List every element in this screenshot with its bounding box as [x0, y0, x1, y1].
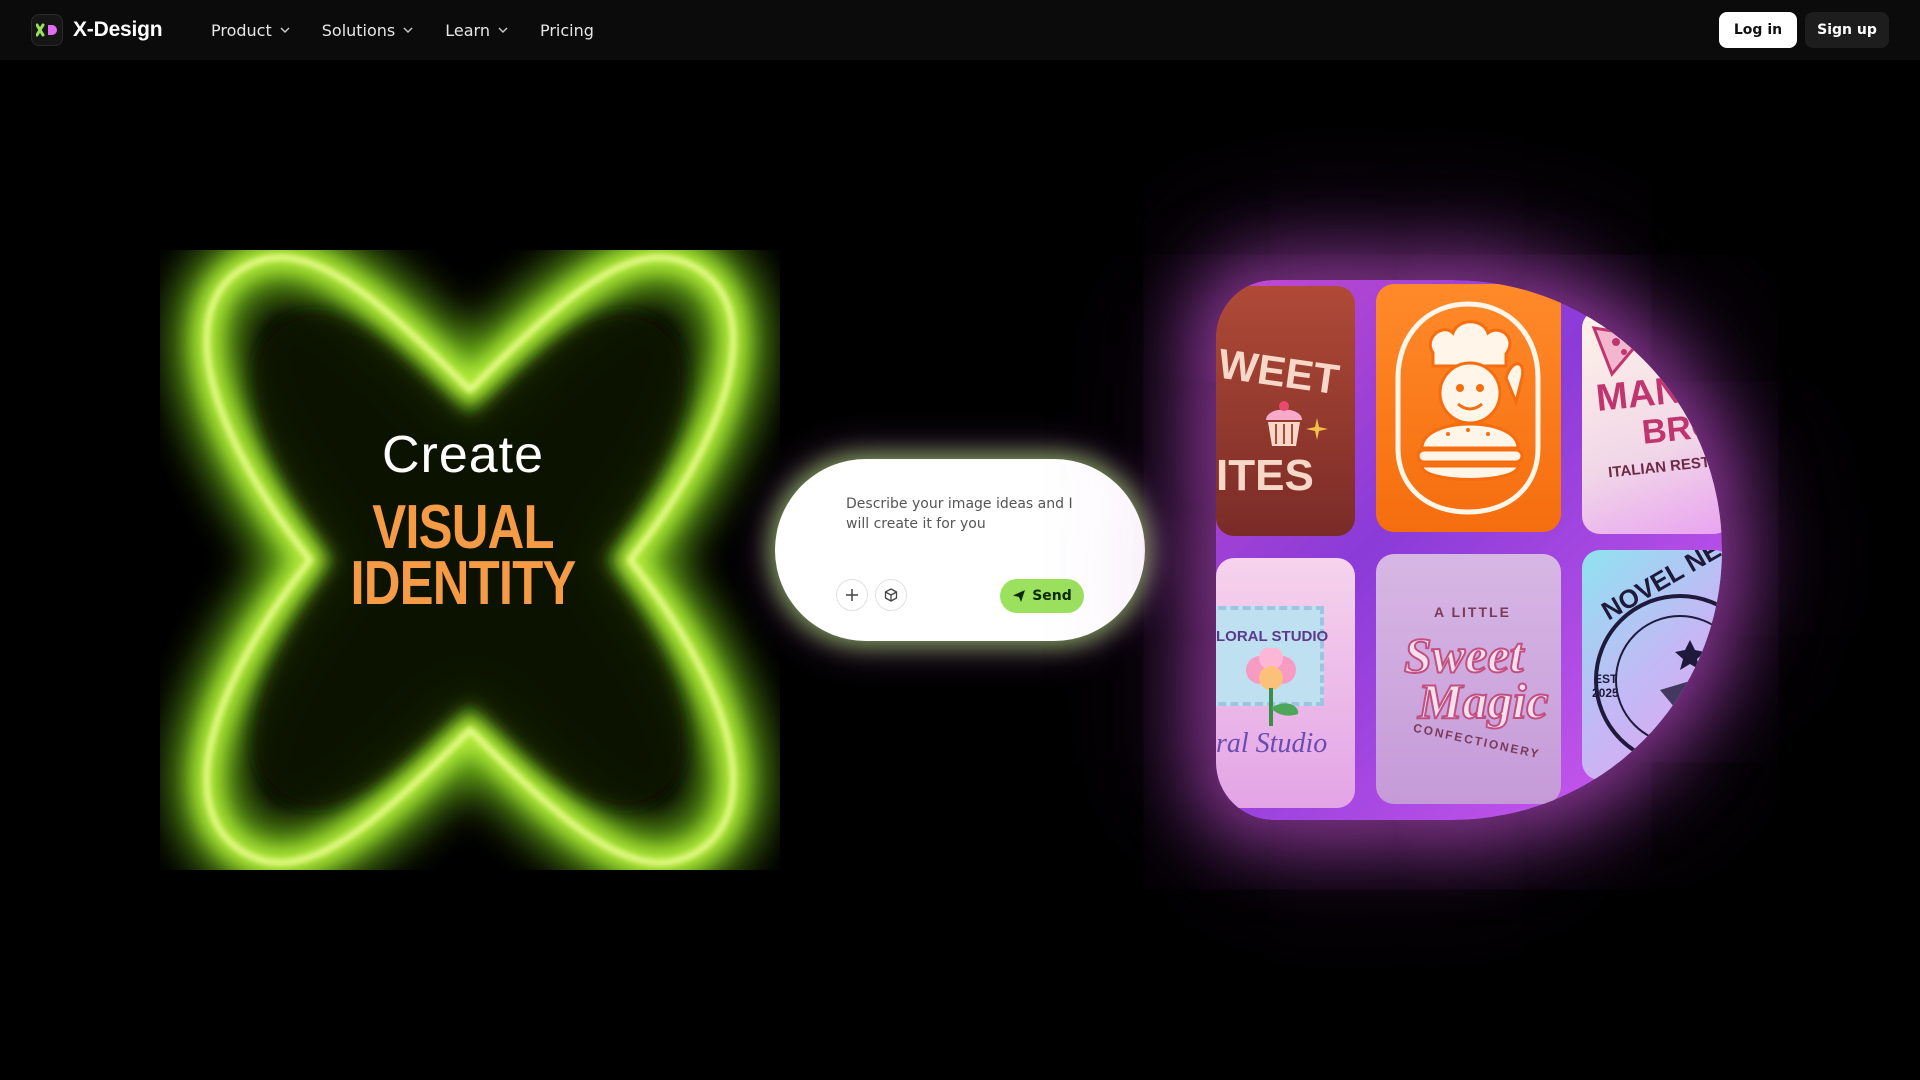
chevron-down-icon: [498, 27, 508, 33]
send-label: Send: [1032, 588, 1072, 604]
hero-headline: VISUAL IDENTITY: [333, 493, 592, 618]
tile-text: EST: [1594, 672, 1618, 686]
menu-item-label: Pricing: [539, 20, 594, 40]
style-button[interactable]: [875, 579, 907, 611]
cube-icon: [884, 588, 898, 602]
gallery-tile-sweet-bites[interactable]: WEET ITES: [1216, 286, 1355, 536]
tile-text: Magic: [1417, 672, 1550, 730]
chef-mascot-icon: [1395, 301, 1541, 515]
menu-item-label: Learn: [445, 20, 490, 40]
plus-icon: [846, 589, 858, 601]
sparkle-icon: [1306, 418, 1328, 440]
send-button[interactable]: Send: [1000, 579, 1084, 613]
gallery-tile-novel-nest[interactable]: NOVEL NE EST 2025 B: [1582, 550, 1722, 780]
tile-text: B: [1642, 740, 1657, 762]
prompt-box: Describe your image ideas and I will cre…: [775, 459, 1145, 641]
login-button[interactable]: Log in: [1719, 12, 1797, 48]
gallery-tile-chef-burger[interactable]: [1376, 284, 1561, 532]
add-attachment-button[interactable]: [836, 579, 868, 611]
tile-text: ral Studio: [1216, 728, 1328, 759]
chevron-down-icon: [403, 27, 413, 33]
menu-item-label: Product: [211, 20, 272, 40]
gallery-tile-sweet-magic[interactable]: A LITTLE Sweet Magic CONFECTIONERY: [1376, 554, 1561, 804]
menu-item-pricing[interactable]: Pricing: [540, 21, 594, 40]
menu-item-label: Solutions: [321, 20, 396, 40]
menu-item-solutions[interactable]: Solutions: [322, 21, 414, 40]
tile-text: 2025: [1592, 686, 1619, 700]
gallery-tile-mangia-bro[interactable]: MANG BRO ITALIAN RESTAU: [1582, 310, 1722, 534]
menu-item-learn[interactable]: Learn: [445, 21, 508, 40]
headline-line-1: VISUAL: [372, 493, 554, 562]
tile-text: A LITTLE: [1434, 604, 1511, 620]
d-gallery: WEET ITES MANG BRO ITALIAN RESTAU LORAL …: [1216, 280, 1722, 820]
brand-logo[interactable]: X-Design: [31, 14, 163, 46]
xd-logo-icon: [31, 14, 63, 46]
tile-text: ITALIAN RESTAU: [1607, 451, 1722, 482]
brand-name: X-Design: [73, 18, 163, 41]
tile-text: LORAL STUDIO: [1216, 628, 1329, 645]
cupcake-icon: [1266, 401, 1302, 446]
flower-icon: [1246, 648, 1299, 726]
hero-create-text: Create: [381, 426, 545, 484]
prompt-input[interactable]: Describe your image ideas and I will cre…: [846, 494, 1086, 534]
gallery-tile-floral-studio[interactable]: LORAL STUDIO ral Studio: [1216, 558, 1355, 808]
pizza-slice-icon: [1591, 326, 1647, 377]
main-menu: Product Solutions Learn Pricing: [211, 0, 594, 60]
menu-item-product[interactable]: Product: [211, 21, 290, 40]
tile-text: BRO: [1640, 406, 1720, 452]
top-navbar: X-Design Product Solutions Learn Pricing…: [0, 0, 1920, 60]
send-plane-icon: [1013, 590, 1026, 602]
signup-button[interactable]: Sign up: [1805, 12, 1889, 48]
headline-line-2: IDENTITY: [350, 549, 576, 618]
tile-text: ITES: [1216, 451, 1314, 500]
chevron-down-icon: [280, 27, 290, 33]
tile-text: WEET: [1216, 339, 1343, 404]
